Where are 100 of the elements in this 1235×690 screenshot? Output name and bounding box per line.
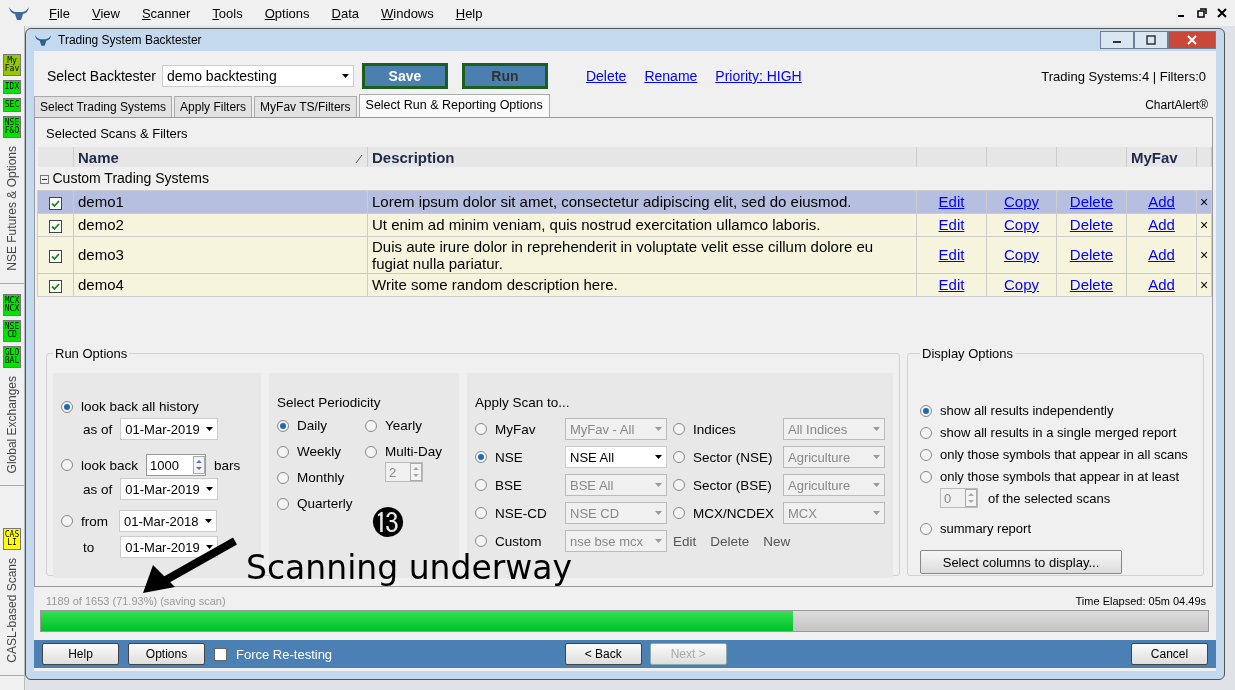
field-label: of the selected scans <box>988 490 1111 506</box>
radio-button[interactable] <box>277 419 289 432</box>
sidebar-badge[interactable]: SEC <box>3 98 21 112</box>
column-header[interactable]: Description <box>367 147 917 167</box>
action-link[interactable]: Add <box>1148 246 1175 263</box>
table-row[interactable]: demo2 Ut enim ad minim veniam, quis nostrud exercitation ullamco laboris. Edit Copy Delete Add × <box>37 213 1212 236</box>
sidebar-badge[interactable]: IDX <box>3 80 21 94</box>
bull-logo-icon <box>8 5 30 21</box>
help-button[interactable]: Help <box>42 643 119 665</box>
radio-button[interactable] <box>920 448 932 461</box>
radio-label: from <box>81 513 109 529</box>
menu-item[interactable]: View <box>80 5 131 21</box>
sidebar-badge[interactable]: MCX NCX <box>3 293 21 316</box>
menu-item[interactable]: File <box>38 5 81 21</box>
radio-label: show all results in a single merged report <box>940 425 1177 440</box>
radio-button[interactable] <box>920 404 932 417</box>
link[interactable]: Rename <box>644 68 698 84</box>
spinner-arrows-icon <box>965 489 977 507</box>
menu-item[interactable]: Tools <box>201 5 254 21</box>
tab[interactable]: Select Trading Systems <box>34 96 173 117</box>
caret-icon <box>206 427 214 431</box>
elapsed-time: Time Elapsed: 05m 04.49s <box>1075 595 1206 607</box>
options-button[interactable]: Options <box>128 643 205 665</box>
radio-button[interactable] <box>61 515 73 527</box>
menu-item[interactable]: Options <box>253 5 321 21</box>
section-title: Selected Scans & Filters <box>45 125 189 143</box>
column-header[interactable]: MyFav <box>1126 147 1197 167</box>
spinner-arrows-icon <box>410 463 422 481</box>
dropdown-field[interactable]: 01-Mar-2019 <box>120 536 219 558</box>
spinner-field[interactable]: 1000 <box>146 454 207 476</box>
caret-icon <box>873 511 880 515</box>
radio-button[interactable] <box>277 445 289 458</box>
save-button[interactable]: Save <box>361 63 448 89</box>
radio-button[interactable] <box>920 426 932 439</box>
dropdown-field[interactable]: demo backtesting <box>161 65 354 87</box>
tab[interactable]: Select Run & Reporting Options <box>358 94 550 117</box>
radio-label: Indices <box>693 421 737 437</box>
select-columns-button[interactable]: Select columns to display... <box>920 550 1122 574</box>
checkbox[interactable] <box>49 279 62 293</box>
radio-button[interactable] <box>61 400 73 413</box>
radio-label: Yearly <box>385 418 423 433</box>
restore-icon[interactable] <box>1197 8 1207 18</box>
dropdown-field[interactable]: 01-Mar-2018 <box>119 510 217 532</box>
checkbox[interactable] <box>49 219 62 233</box>
checkbox[interactable] <box>49 249 62 263</box>
menu-item[interactable]: Windows <box>370 5 445 21</box>
tab[interactable]: MyFav TS/Filters <box>254 96 357 117</box>
radio-button[interactable] <box>61 459 73 471</box>
sidebar-badge[interactable]: NSE CD <box>3 319 21 342</box>
window-title: Trading System Backtester <box>58 33 202 47</box>
action-link[interactable]: Edit <box>938 246 965 263</box>
menu-item[interactable]: Data <box>320 5 370 21</box>
link[interactable]: Delete <box>585 68 627 84</box>
sidebar-label[interactable]: NSE Futures & Options <box>5 142 19 275</box>
menu-item[interactable]: Scanner <box>130 5 202 21</box>
table-row[interactable]: demo1 Lorem ipsum dolor sit amet, consectetur adipiscing elit, sed do eiusmod. Edit Copy Delete Add × <box>37 190 1212 213</box>
caret-icon <box>341 74 349 78</box>
tab[interactable]: Apply Filters <box>174 96 253 117</box>
checkbox[interactable] <box>214 647 227 661</box>
cancel-button[interactable]: Cancel <box>1131 643 1208 665</box>
caret-icon <box>655 455 662 459</box>
radio-button[interactable] <box>365 419 377 432</box>
sidebar-label[interactable]: CASL-based Scans <box>5 554 19 667</box>
close-icon[interactable] <box>1217 8 1227 18</box>
dropdown-field[interactable]: NSE All <box>565 446 667 468</box>
action-link[interactable]: Edit <box>673 533 697 549</box>
link[interactable]: Priority: HIGH <box>715 68 802 84</box>
close-button[interactable] <box>1168 31 1216 49</box>
sidebar-badge[interactable]: NSE F&O <box>3 116 21 138</box>
checkbox[interactable] <box>49 196 62 210</box>
backtester-label: Select Backtester <box>47 68 156 84</box>
radio-button[interactable] <box>475 451 487 463</box>
menu-item[interactable]: Help <box>444 5 494 21</box>
maximize-button[interactable] <box>1134 31 1168 49</box>
caret-icon <box>655 427 662 431</box>
sidebar-badge[interactable]: GLO BAL <box>3 345 21 368</box>
caret-icon <box>206 545 214 549</box>
table-row[interactable]: demo3 Duis aute irure dolor in reprehenderit in voluptate velit esse cillum dolore eu fugiat nulla pariatur. Edit Copy Delete Add × <box>37 236 1212 273</box>
action-link[interactable]: Delete <box>710 533 750 549</box>
action-link[interactable]: New <box>763 533 791 549</box>
radio-button[interactable] <box>277 471 289 484</box>
caret-icon <box>873 427 880 431</box>
radio-button[interactable] <box>920 470 932 483</box>
radio-label: MCX/NCDEX <box>693 505 775 521</box>
radio-button[interactable] <box>365 445 377 458</box>
sidebar-badge[interactable]: CAS LI <box>3 528 21 551</box>
checkbox-label: Force Re-testing <box>236 646 333 662</box>
collapse-toggle[interactable] <box>39 175 49 185</box>
minimize-button[interactable] <box>1100 31 1134 49</box>
sidebar-badge[interactable]: My Fav <box>3 54 21 76</box>
dropdown-field[interactable]: 01-Mar-2019 <box>120 478 219 500</box>
back-button[interactable]: < Back <box>564 643 642 665</box>
sidebar-label[interactable]: Global Exchanges <box>5 371 19 478</box>
column-header[interactable]: Name <box>73 147 368 167</box>
table-row[interactable]: demo4 Write some random description here. Edit Copy Delete Add × <box>37 273 1212 296</box>
radio-label: NSE <box>495 449 524 465</box>
radio-button[interactable] <box>277 497 289 510</box>
radio-button[interactable] <box>920 522 932 535</box>
dropdown-field[interactable]: 01-Mar-2019 <box>120 418 219 440</box>
radio-label: Weekly <box>297 444 341 459</box>
